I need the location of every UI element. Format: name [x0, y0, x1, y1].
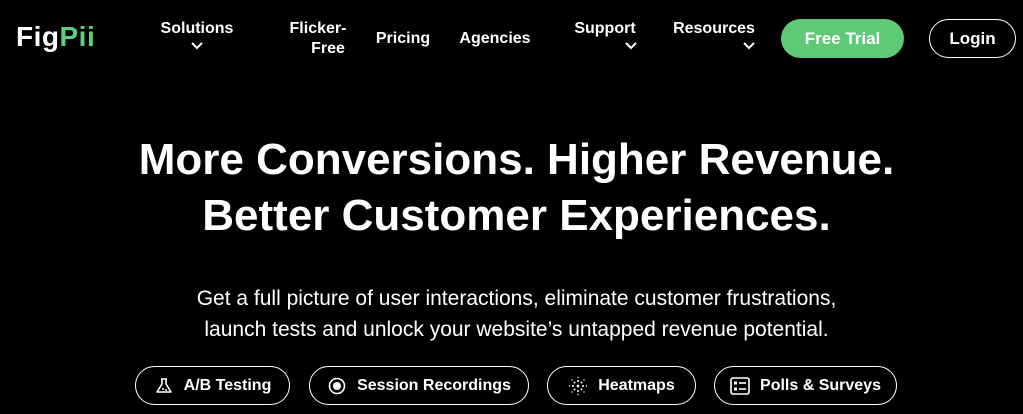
nav-flicker-label-2: Free	[311, 40, 345, 57]
nav-resources[interactable]: Resources	[668, 19, 760, 51]
nav-flicker-free[interactable]: Flicker- Free	[282, 19, 354, 59]
nav-agencies-label: Agencies	[459, 30, 531, 47]
hero-headline: More Conversions. Higher Revenue. Better…	[0, 132, 1023, 244]
top-navigation: FigPii Solutions Flicker- Free Pricing A…	[0, 0, 1023, 80]
nav-resources-label: Resources	[673, 20, 755, 37]
chevron-down-icon	[190, 41, 204, 51]
headline-line-1: More Conversions. Higher Revenue.	[138, 135, 895, 184]
ab-testing-pill[interactable]: A/B Testing	[135, 366, 290, 405]
headline-line-2: Better Customer Experiences.	[202, 191, 831, 240]
flask-icon	[154, 376, 174, 396]
polls-surveys-pill[interactable]: Polls & Surveys	[714, 366, 897, 405]
nav-solutions-label: Solutions	[160, 20, 234, 37]
chevron-down-icon	[742, 41, 756, 51]
subtext-line-2: launch tests and unlock your website’s u…	[204, 318, 829, 341]
nav-flicker-label-1: Flicker-	[289, 20, 347, 37]
chevron-down-icon	[624, 41, 638, 51]
polls-surveys-label: Polls & Surveys	[760, 376, 881, 394]
hero-subtext: Get a full picture of user interactions,…	[0, 283, 1023, 345]
nav-agencies[interactable]: Agencies	[455, 29, 535, 49]
survey-icon	[730, 376, 750, 396]
figpii-logo[interactable]: FigPii	[16, 21, 95, 53]
nav-pricing[interactable]: Pricing	[373, 29, 433, 49]
logo-pii: Pii	[59, 21, 96, 52]
heatmap-icon	[568, 376, 588, 396]
heatmaps-label: Heatmaps	[598, 376, 675, 394]
record-icon	[327, 376, 347, 396]
nav-support[interactable]: Support	[569, 19, 641, 51]
login-button[interactable]: Login	[929, 19, 1016, 58]
heatmaps-pill[interactable]: Heatmaps	[547, 366, 696, 405]
ab-testing-label: A/B Testing	[183, 376, 272, 394]
session-recordings-label: Session Recordings	[357, 376, 511, 394]
subtext-line-1: Get a full picture of user interactions,…	[196, 287, 837, 310]
free-trial-button[interactable]: Free Trial	[781, 19, 904, 58]
nav-solutions[interactable]: Solutions	[158, 19, 236, 51]
logo-fig: Fig	[16, 21, 60, 52]
session-recordings-pill[interactable]: Session Recordings	[309, 366, 529, 405]
nav-pricing-label: Pricing	[375, 30, 431, 47]
nav-support-label: Support	[574, 20, 636, 37]
